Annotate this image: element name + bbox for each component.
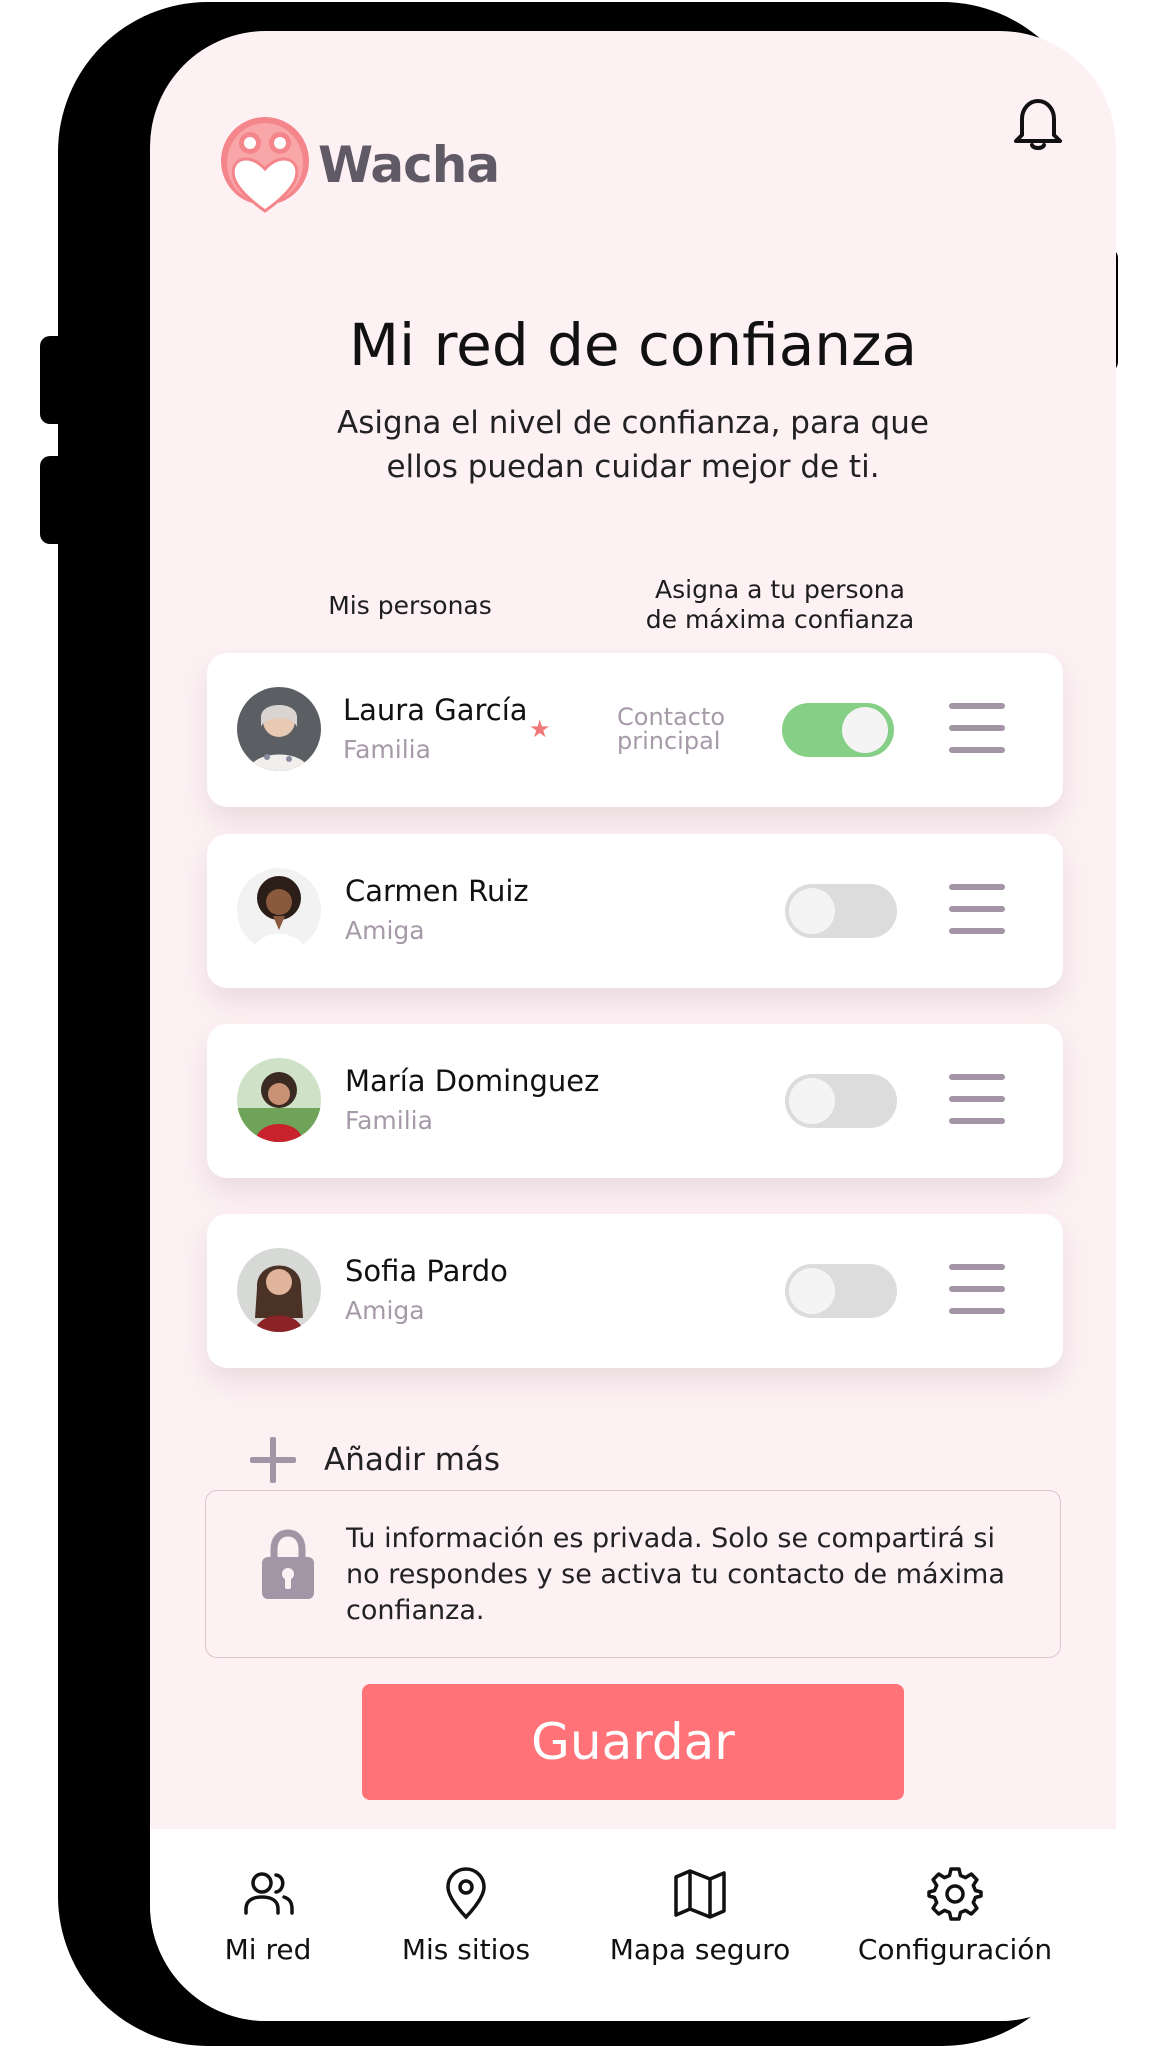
privacy-notice: Tu información es privada. Solo se compa… xyxy=(205,1490,1061,1658)
nav-label: Mis sitios xyxy=(401,1933,531,1966)
contact-card: Sofia Pardo Amiga xyxy=(207,1214,1063,1368)
gear-icon xyxy=(927,1867,983,1921)
nav-label: Mi red xyxy=(224,1933,312,1966)
nav-item-mi-red[interactable]: Mi red xyxy=(208,1865,328,1966)
avatar xyxy=(237,1248,321,1332)
column-header-people: Mis personas xyxy=(328,591,492,620)
nav-item-configuracion[interactable]: Configuración xyxy=(850,1865,1060,1966)
map-icon xyxy=(674,1869,726,1919)
app-name: Wacha xyxy=(318,136,500,194)
nav-item-mis-sitios[interactable]: Mis sitios xyxy=(386,1865,546,1966)
toggle-knob xyxy=(789,1078,835,1124)
column-header-assign-line1: Asigna a tu persona xyxy=(655,575,905,604)
contact-relation: Familia xyxy=(345,1106,433,1135)
app-logo: Wacha xyxy=(220,113,500,217)
lock-icon xyxy=(262,1529,314,1599)
contact-name: Sofia Pardo xyxy=(345,1254,508,1288)
avatar xyxy=(237,868,321,952)
add-more-label: Añadir más xyxy=(324,1442,501,1478)
drag-handle-icon[interactable] xyxy=(949,703,1005,759)
max-trust-toggle[interactable] xyxy=(782,703,894,757)
avatar xyxy=(237,687,321,771)
app-screen: Wacha Mi red de confianza Asigna el nive… xyxy=(150,31,1116,2021)
principal-label-line1: Contacto xyxy=(617,703,726,731)
max-trust-toggle[interactable] xyxy=(785,1074,897,1128)
contact-card: Carmen Ruiz Amiga xyxy=(207,834,1063,988)
nav-label: Configuración xyxy=(857,1933,1053,1966)
drag-handle-icon[interactable] xyxy=(949,884,1005,940)
location-pin-icon xyxy=(446,1867,486,1920)
drag-handle-icon[interactable] xyxy=(949,1074,1005,1130)
phone-frame: Wacha Mi red de confianza Asigna el nive… xyxy=(58,2,1116,2046)
toggle-knob xyxy=(789,888,835,934)
drag-handle-icon[interactable] xyxy=(949,1264,1005,1320)
contact-relation: Amiga xyxy=(345,1296,425,1325)
toggle-knob xyxy=(789,1268,835,1314)
users-icon xyxy=(244,1872,294,1915)
bell-icon[interactable] xyxy=(1012,95,1064,153)
bottom-nav: Mi red Mis sitios Mapa seguro Configurac… xyxy=(150,1829,1116,2021)
avatar xyxy=(237,1058,321,1142)
max-trust-toggle[interactable] xyxy=(785,1264,897,1318)
contact-relation: Familia xyxy=(343,735,431,764)
privacy-text: Tu información es privada. Solo se compa… xyxy=(346,1523,1005,1626)
contact-card: Laura García Familia ★ Contacto principa… xyxy=(207,653,1063,807)
contact-relation: Amiga xyxy=(345,916,425,945)
nav-label: Mapa seguro xyxy=(609,1933,791,1966)
contact-name: Laura García xyxy=(343,693,528,727)
column-header-assign: Asigna a tu persona de máxima confianza xyxy=(620,575,940,635)
page-title: Mi red de confianza xyxy=(349,311,917,379)
principal-label-line2: principal xyxy=(617,727,721,755)
max-trust-toggle[interactable] xyxy=(785,884,897,938)
contact-name: María Dominguez xyxy=(345,1064,600,1098)
toggle-knob xyxy=(842,707,888,753)
save-button[interactable]: Guardar xyxy=(362,1684,904,1800)
page-subtitle: Asigna el nivel de confianza, para que e… xyxy=(337,405,929,485)
owl-heart-logo-icon xyxy=(221,117,309,213)
star-icon: ★ xyxy=(529,715,551,743)
principal-contact-label: Contacto principal xyxy=(617,705,725,753)
add-more-button[interactable]: Añadir más xyxy=(250,1437,500,1483)
column-header-assign-line2: de máxima confianza xyxy=(645,605,915,634)
nav-item-mapa-seguro[interactable]: Mapa seguro xyxy=(600,1865,800,1966)
contact-name: Carmen Ruiz xyxy=(345,874,529,908)
plus-icon xyxy=(250,1437,296,1483)
contact-card: María Dominguez Familia xyxy=(207,1024,1063,1178)
